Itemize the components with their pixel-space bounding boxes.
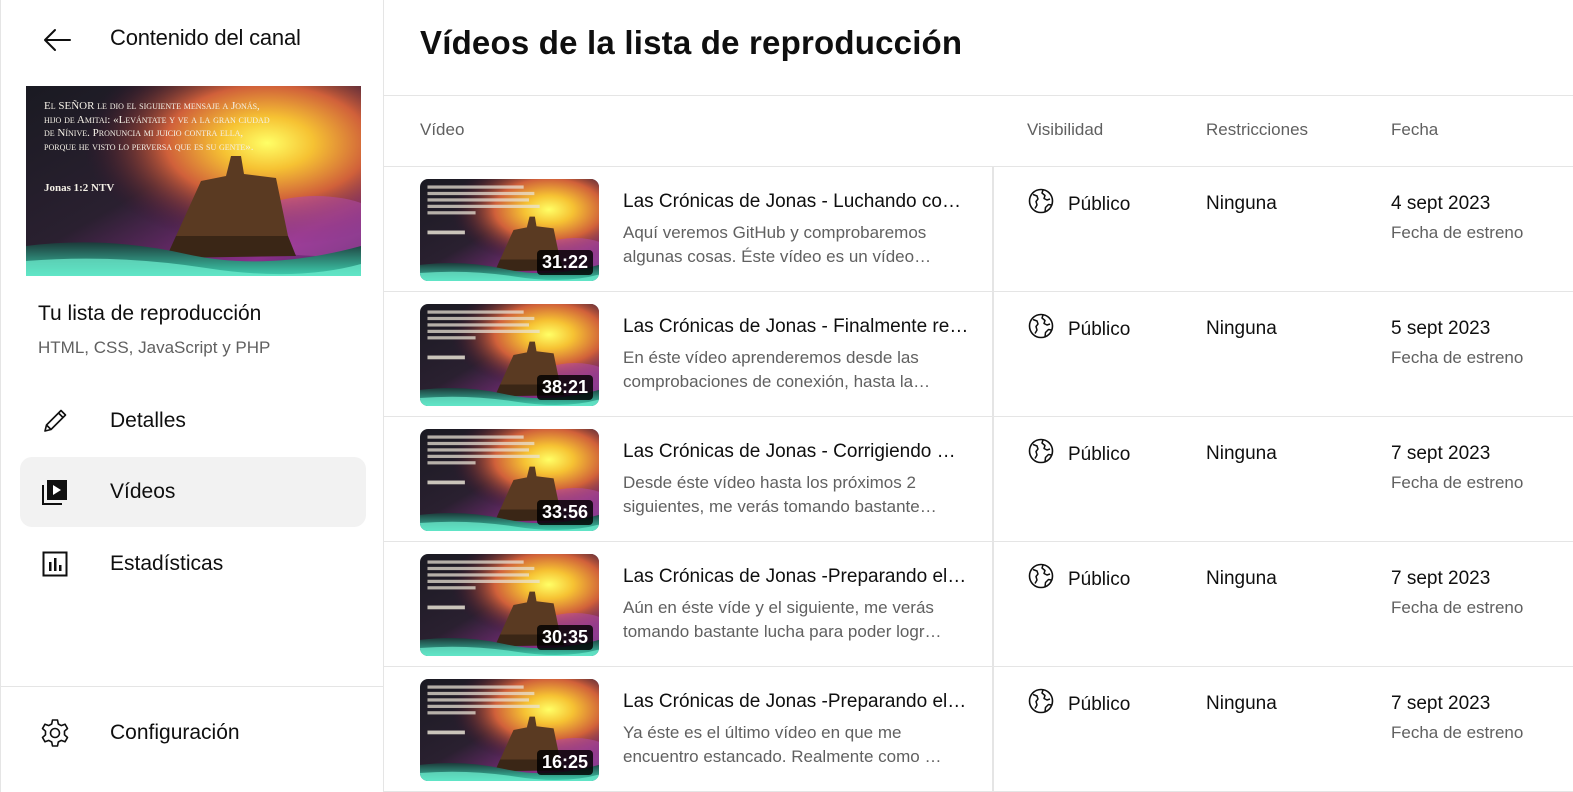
visibility-label: Público xyxy=(1068,694,1131,715)
visibility-label: Público xyxy=(1068,444,1131,465)
sidebar-title: Contenido del canal xyxy=(110,25,301,50)
sidebar: Contenido del canal El SEÑOR le dio el s… xyxy=(0,0,384,792)
table-row[interactable]: 30:35 Las Crónicas de Jonas -Preparando … xyxy=(384,542,1573,667)
globe-icon xyxy=(1027,687,1055,715)
visibility-cell: Público xyxy=(1027,312,1130,340)
sidebar-item-label: Estadísticas xyxy=(110,552,224,575)
column-separator xyxy=(992,292,994,416)
column-header-restrictions: Restricciones xyxy=(1206,120,1309,139)
visibility-label: Público xyxy=(1068,319,1131,340)
video-duration: 33:56 xyxy=(536,500,593,525)
video-description: Desde éste vídeo hasta los próximos 2 si… xyxy=(623,473,937,516)
pencil-icon xyxy=(39,405,71,437)
date-type-label: Fecha de estreno xyxy=(1391,598,1524,617)
visibility-cell: Público xyxy=(1027,687,1130,715)
globe-icon xyxy=(1027,187,1055,215)
video-duration: 16:25 xyxy=(536,750,593,775)
sidebar-item-videos[interactable]: Vídeos xyxy=(20,457,366,527)
video-thumbnail[interactable]: 33:56 xyxy=(420,429,599,531)
analytics-icon xyxy=(39,548,71,580)
globe-icon xyxy=(1027,437,1055,465)
table-row[interactable]: 16:25 Las Crónicas de Jonas -Preparando … xyxy=(384,667,1573,792)
playlist-description: HTML, CSS, JavaScript y PHP xyxy=(38,338,271,357)
date-value: 7 sept 2023 xyxy=(1391,568,1491,589)
cover-verse-text: El SEÑOR le dio el siguiente mensaje a J… xyxy=(44,100,270,153)
cover-verse-reference: Jonas 1:2 NTV xyxy=(44,182,115,194)
restrictions-value: Ninguna xyxy=(1206,443,1277,464)
date-value: 7 sept 2023 xyxy=(1391,693,1491,714)
date-type-label: Fecha de estreno xyxy=(1391,223,1524,242)
sidebar-item-settings[interactable]: Configuración xyxy=(20,698,366,768)
column-header-video: Vídeo xyxy=(420,120,465,139)
date-type-label: Fecha de estreno xyxy=(1391,723,1524,742)
video-description: Ya éste es el último vídeo en que me enc… xyxy=(623,723,942,766)
column-separator xyxy=(992,667,994,791)
video-thumbnail[interactable]: 38:21 xyxy=(420,304,599,406)
visibility-label: Público xyxy=(1068,569,1131,590)
restrictions-value: Ninguna xyxy=(1206,568,1277,589)
video-title[interactable]: Las Crónicas de Jonas - Luchando co… xyxy=(623,191,973,213)
date-value: 5 sept 2023 xyxy=(1391,318,1491,339)
sidebar-item-details[interactable]: Detalles xyxy=(20,386,366,456)
column-header-visibility: Visibilidad xyxy=(1027,120,1104,139)
column-header-date[interactable]: Fecha xyxy=(1391,120,1438,140)
sidebar-divider xyxy=(1,686,384,687)
arrow-back-icon xyxy=(44,29,71,51)
sidebar-item-analytics[interactable]: Estadísticas xyxy=(20,529,366,599)
date-value: 7 sept 2023 xyxy=(1391,443,1491,464)
table-row[interactable]: 38:21 Las Crónicas de Jonas - Finalmente… xyxy=(384,292,1573,417)
video-thumbnail[interactable]: 16:25 xyxy=(420,679,599,781)
video-thumbnail[interactable]: 31:22 xyxy=(420,179,599,281)
playlist-cover-image[interactable]: El SEÑOR le dio el siguiente mensaje a J… xyxy=(26,86,361,276)
video-title[interactable]: Las Crónicas de Jonas -Preparando el… xyxy=(623,691,973,713)
page-title: Vídeos de la lista de reproducción xyxy=(420,24,963,61)
date-type-label: Fecha de estreno xyxy=(1391,473,1524,492)
column-separator xyxy=(992,417,994,541)
video-duration: 38:21 xyxy=(536,375,593,400)
visibility-cell: Público xyxy=(1027,437,1130,465)
video-title[interactable]: Las Crónicas de Jonas - Corrigiendo … xyxy=(623,441,973,463)
restrictions-value: Ninguna xyxy=(1206,193,1277,214)
visibility-label: Público xyxy=(1068,194,1131,215)
date-value: 4 sept 2023 xyxy=(1391,193,1491,214)
sidebar-item-label: Detalles xyxy=(110,409,186,432)
column-separator xyxy=(992,167,994,291)
video-thumbnail[interactable]: 30:35 xyxy=(420,554,599,656)
restrictions-value: Ninguna xyxy=(1206,318,1277,339)
title-divider xyxy=(384,95,1573,96)
date-type-label: Fecha de estreno xyxy=(1391,348,1524,367)
restrictions-value: Ninguna xyxy=(1206,693,1277,714)
visibility-cell: Público xyxy=(1027,562,1130,590)
video-duration: 30:35 xyxy=(536,625,593,650)
video-description: En éste vídeo aprenderemos desde las com… xyxy=(623,348,931,391)
video-description: Aún en éste víde y el siguiente, me verá… xyxy=(623,598,942,641)
globe-icon xyxy=(1027,562,1055,590)
back-button[interactable] xyxy=(37,20,77,60)
globe-icon xyxy=(1027,312,1055,340)
sidebar-item-label: Vídeos xyxy=(110,480,176,503)
video-duration: 31:22 xyxy=(536,250,593,275)
video-description: Aquí veremos GitHub y comprobaremos algu… xyxy=(623,223,932,266)
main-content: Vídeos de la lista de reproducción Vídeo… xyxy=(384,0,1573,792)
playlist-name: Tu lista de reproducción xyxy=(38,302,262,325)
table-row[interactable]: 33:56 Las Crónicas de Jonas - Corrigiend… xyxy=(384,417,1573,542)
video-library-icon xyxy=(39,476,71,508)
video-title[interactable]: Las Crónicas de Jonas -Preparando el… xyxy=(623,566,973,588)
column-separator xyxy=(992,542,994,666)
sidebar-header: Contenido del canal xyxy=(1,0,384,76)
visibility-cell: Público xyxy=(1027,187,1130,215)
video-title[interactable]: Las Crónicas de Jonas - Finalmente re… xyxy=(623,316,973,338)
gear-icon xyxy=(39,717,71,749)
table-row[interactable]: 31:22 Las Crónicas de Jonas - Luchando c… xyxy=(384,167,1573,292)
sidebar-item-label: Configuración xyxy=(110,721,240,744)
